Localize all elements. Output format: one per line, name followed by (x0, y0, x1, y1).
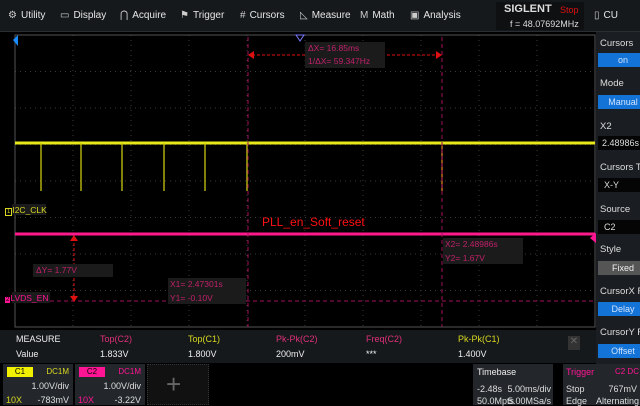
measure-name[interactable]: Top(C2) (100, 334, 132, 344)
brand-status: SIGLENT Stop f = 48.07692MHz (496, 2, 584, 30)
measure-name[interactable]: Freq(C2) (366, 334, 402, 344)
c1-channel-box[interactable]: C1 DC1M 1.00V/div 10X -783mV (3, 364, 73, 405)
x2-label: X2 (600, 121, 612, 132)
y2-readout: Y2= 1.67V (445, 253, 485, 263)
measure-title: MEASURE (16, 334, 61, 344)
style-label: Style (600, 244, 622, 255)
measure-value: 1.833V (100, 349, 129, 359)
x1-readout: X1= 2.47301s (170, 279, 223, 289)
c1-probe: 10X (6, 395, 23, 405)
measure-panel: MEASURE Value Top(C2) 1.833V Top(C1) 1.800V… (0, 330, 596, 363)
menu-measure[interactable]: ◺ Measure (300, 10, 351, 21)
annotation-text: PLL_en_Soft_reset (262, 215, 365, 229)
c2-scale: 1.00V/div (103, 381, 141, 391)
cursors-side-menu: Cursors on Mode Manual X2 2.48986s Curso… (596, 32, 640, 405)
measure-row-label: Value (16, 349, 39, 359)
cursory-ref-label: CursorY R (600, 327, 640, 338)
trigger-title: Trigger (566, 367, 595, 377)
trigger-level: 767mV (608, 384, 637, 394)
cursorx-ref-label: CursorX R (600, 286, 640, 297)
analysis-icon: ▣ (410, 10, 420, 21)
mode-button[interactable]: Manual (598, 95, 640, 109)
measure-value: *** (366, 349, 377, 359)
hash-icon: # (240, 10, 246, 21)
battery-icon: ▯ (594, 10, 600, 21)
cursory-ref-button[interactable]: Offset (598, 344, 640, 358)
measure-icon: ◺ (300, 10, 308, 21)
cursors-label: Cursors (600, 38, 634, 49)
menu-display[interactable]: ▭ Display (60, 10, 106, 21)
menu-cursors[interactable]: # Cursors (240, 10, 285, 21)
trigger-source: C2 DC (614, 367, 639, 376)
cursor-type-select[interactable]: X-Y (598, 178, 640, 192)
menu-bar: ⚙ Utility ▭ Display ⋂ Acquire ⚑ Trigger # Cursors… (0, 0, 640, 32)
acquire-icon: ⋂ (120, 10, 129, 21)
c2-label: 2LVDS_EN (5, 293, 49, 303)
menu-math[interactable]: M Math (360, 10, 395, 21)
c2-probe: 10X (78, 395, 95, 405)
c2-coupling: DC1M (118, 367, 141, 376)
c2-tag: C2 (79, 367, 105, 377)
c1-tag: C1 (7, 367, 33, 377)
timebase-scale: 5.00ms/div (507, 384, 551, 394)
c1-label: 1 I2C_CLK (5, 205, 47, 216)
delta-x-readout: ΔX= 16.85ms (308, 43, 360, 53)
measure-name[interactable]: Pk-Pk(C1) (458, 334, 500, 344)
monitor-icon: ▭ (60, 10, 70, 21)
menu-utility[interactable]: ⚙ Utility (8, 10, 45, 21)
plus-icon: + (166, 369, 182, 399)
timebase-box[interactable]: Timebase -2.48s 5.00ms/div 50.0Mpts 5.00… (473, 364, 553, 406)
screen-labels: ΔX= 16.85ms 1/ΔX= 59.347Hz 1 I2C_CLK PLL_… (0, 32, 598, 330)
math-icon: M (360, 10, 369, 21)
close-measure-icon[interactable]: ✕ (568, 336, 580, 350)
timebase-title: Timebase (477, 367, 517, 377)
mode-label: Mode (600, 78, 624, 89)
add-channel-button[interactable]: + (147, 364, 209, 405)
delta-y-readout: ΔY= 1.77V (36, 265, 77, 275)
cursor-type-label: Cursors T (600, 162, 640, 173)
c2-offset: -3.22V (114, 395, 141, 405)
inverse-delta-x-readout: 1/ΔX= 59.347Hz (308, 56, 371, 66)
frequency-counter: f = 48.07692MHz (510, 19, 579, 29)
menu-trigger[interactable]: ⚑ Trigger (180, 10, 224, 21)
run-status[interactable]: Stop (560, 5, 579, 15)
source-select[interactable]: C2 (598, 220, 640, 234)
menu-analysis[interactable]: ▣ Analysis (410, 10, 461, 21)
c1-coupling: DC1M (46, 367, 69, 376)
menu-acquire[interactable]: ⋂ Acquire (120, 10, 166, 21)
brand-logo: SIGLENT (504, 3, 552, 15)
measure-value: 200mV (276, 349, 305, 359)
c1-scale: 1.00V/div (31, 381, 69, 391)
c2-channel-box[interactable]: C2 DC1M 1.00V/div 10X -3.22V (75, 364, 145, 405)
y1-readout: Y1= -0.10V (170, 293, 213, 303)
measure-value: 1.800V (188, 349, 217, 359)
measure-value: 1.400V (458, 349, 487, 359)
x2-input[interactable]: 2.48986s (598, 136, 640, 150)
trigger-box[interactable]: Trigger C2 DC Stop 767mV Edge Alternatin… (563, 364, 640, 406)
cursors-toggle[interactable]: on (598, 53, 640, 67)
trigger-state: Stop (566, 384, 585, 394)
style-button[interactable]: Fixed (598, 261, 640, 275)
cursorx-ref-button[interactable]: Delay (598, 302, 640, 316)
flag-icon: ⚑ (180, 10, 189, 21)
timebase-delay: -2.48s (477, 384, 503, 394)
measure-name[interactable]: Pk-Pk(C2) (276, 334, 318, 344)
source-label: Source (600, 204, 631, 215)
measure-name[interactable]: Top(C1) (188, 334, 220, 344)
gear-icon: ⚙ (8, 10, 17, 21)
x2-readout: X2= 2.48986s (445, 239, 498, 249)
cursors-menu-tab[interactable]: ▯ CU (594, 10, 618, 21)
c1-offset: -783mV (37, 395, 69, 405)
